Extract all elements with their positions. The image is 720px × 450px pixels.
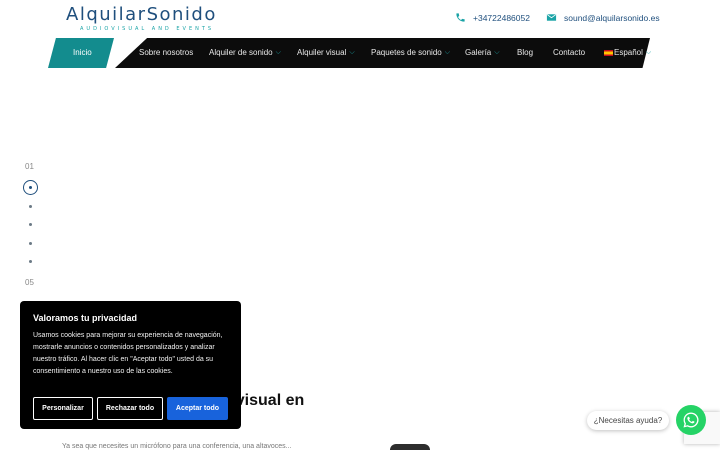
header-phone[interactable]: +34722486052: [455, 12, 530, 23]
slide-dot[interactable]: [29, 205, 32, 208]
accept-all-button[interactable]: Aceptar todo: [167, 397, 228, 420]
slide-dot-active[interactable]: [23, 180, 38, 195]
nav-label: Inicio: [73, 48, 92, 57]
slide-dot[interactable]: [29, 223, 32, 226]
nav-item-language[interactable]: Español ⌵: [604, 38, 651, 68]
phone-number: +34722486052: [473, 12, 530, 23]
customize-button[interactable]: Personalizar: [33, 397, 93, 420]
nav-item-inicio[interactable]: Inicio: [73, 38, 92, 68]
nav-label: Paquetes de sonido: [371, 48, 442, 57]
nav-label: Sobre nosotros: [139, 48, 194, 57]
cookie-actions: Personalizar Rechazar todo Aceptar todo: [33, 397, 228, 420]
slide-dot[interactable]: [29, 242, 32, 245]
logo-tagline: AUDIOVISUAL AND EVENTS: [80, 26, 215, 32]
nav-label: Galería: [465, 48, 492, 57]
email-address: sound@alquilarsonido.es: [564, 12, 660, 23]
nav-item-alquiler-sonido[interactable]: Alquiler de sonido ⌵: [209, 38, 281, 68]
nav-item-galeria[interactable]: Galería ⌵: [465, 38, 500, 68]
nav-label: Blog: [517, 48, 534, 57]
header-email[interactable]: sound@alquilarsonido.es: [546, 12, 660, 23]
mail-icon: [546, 14, 557, 21]
nav-item-paquetes-sonido[interactable]: Paquetes de sonido ⌵: [371, 38, 450, 68]
reject-all-button[interactable]: Rechazar todo: [97, 397, 163, 420]
page: AlquilarSonido AUDIOVISUAL AND EVENTS +3…: [0, 0, 720, 450]
slide-dot[interactable]: [29, 260, 32, 263]
cookie-description: Usamos cookies para mejorar su experienc…: [33, 332, 223, 375]
whatsapp-button[interactable]: [676, 405, 706, 435]
chevron-down-icon: ⌵: [494, 49, 500, 56]
help-bubble[interactable]: ¿Necesitas ayuda?: [587, 411, 669, 430]
site-logo[interactable]: AlquilarSonido AUDIOVISUAL AND EVENTS: [66, 4, 236, 34]
chevron-down-icon: ⌵: [349, 49, 355, 56]
nav-label: Contacto: [553, 48, 586, 57]
chevron-down-icon: ⌵: [645, 49, 652, 56]
slide-counter-first: 01: [25, 162, 34, 171]
nav-item-alquiler-visual[interactable]: Alquiler visual ⌵: [297, 38, 355, 68]
nav-item-blog[interactable]: Blog: [517, 38, 533, 68]
nav-label: Alquiler de sonido: [209, 48, 273, 57]
cookie-title: Valoramos tu privacidad: [33, 313, 138, 323]
slide-counter-last: 05: [25, 278, 34, 287]
spain-flag-icon: [604, 50, 613, 56]
speaker-image: [390, 444, 430, 450]
nav-label: Alquiler visual: [297, 48, 347, 57]
nav-item-sobre-nosotros[interactable]: Sobre nosotros: [139, 38, 193, 68]
nav-item-contacto[interactable]: Contacto: [553, 38, 585, 68]
nav-label: Español: [614, 48, 643, 57]
phone-icon: [456, 13, 465, 22]
chevron-down-icon: ⌵: [275, 49, 281, 56]
whatsapp-icon: [683, 412, 699, 428]
cookie-banner: Valoramos tu privacidad Usamos cookies p…: [20, 301, 241, 429]
chevron-down-icon: ⌵: [444, 49, 451, 56]
hero-body-text: Ya sea que necesites un micrófono para u…: [62, 443, 292, 450]
logo-text: AlquilarSonido: [66, 4, 217, 25]
